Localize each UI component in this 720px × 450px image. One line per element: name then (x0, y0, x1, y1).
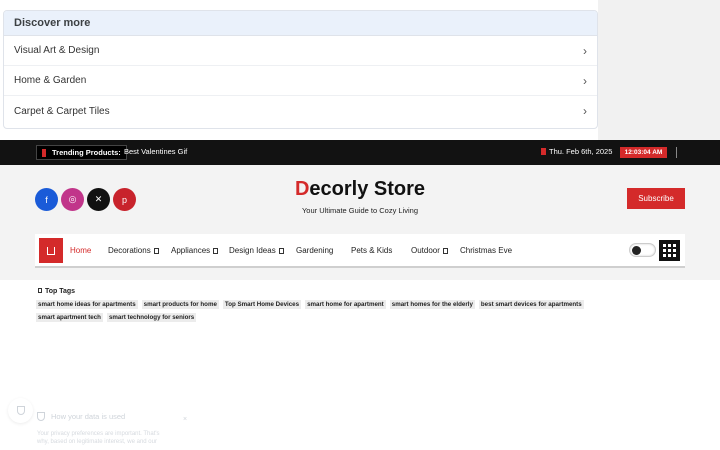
divider (676, 147, 677, 158)
discover-more-title: Discover more (4, 11, 597, 36)
logo-text: ecorly Store (309, 178, 426, 200)
clock-badge: 12:03:04 AM (620, 147, 667, 158)
main-nav: Home Decorations Appliances Design Ideas… (35, 234, 685, 268)
nav-item-label: Design Ideas (229, 246, 276, 255)
consent-text: Your privacy preferences are important. … (37, 431, 160, 445)
dark-mode-toggle[interactable] (629, 243, 656, 257)
tag-link[interactable]: smart home ideas for apartments (36, 300, 138, 309)
site-tagline: Your Ultimate Guide to Cozy Living (301, 206, 419, 215)
logo-initial: D (294, 178, 310, 200)
discover-item-visual-art[interactable]: Visual Art & Design › (4, 36, 597, 66)
date-display: Thu. Feb 6th, 2025 (541, 147, 612, 156)
tag-link[interactable]: smart products for home (141, 300, 219, 309)
nav-item-label: Outdoor (411, 246, 440, 255)
bolt-icon (42, 148, 46, 157)
tag-link[interactable]: best smart devices for apartments (478, 300, 584, 309)
dropdown-icon (153, 247, 159, 254)
nav-item-home[interactable]: Home (70, 246, 91, 255)
site-logo[interactable]: Decorly Store (0, 178, 720, 201)
top-tags-list: smart home ideas for apartments smart pr… (36, 300, 636, 326)
moon-icon (632, 246, 641, 255)
side-gutter (598, 0, 720, 140)
discover-item-label: Carpet & Carpet Tiles (14, 105, 110, 117)
nav-item-outdoor[interactable]: Outdoor (411, 246, 448, 255)
dropdown-icon (278, 247, 284, 254)
privacy-shield-button[interactable] (8, 398, 33, 423)
subscribe-button[interactable]: Subscribe (627, 188, 685, 209)
nav-item-pets-kids[interactable]: Pets & Kids (351, 246, 392, 255)
consent-notice: How your data is used × Your privacy pre… (37, 412, 197, 450)
nav-item-christmas-eve[interactable]: Christmas Eve (460, 246, 512, 255)
consent-title: How your data is used (37, 412, 197, 421)
tag-link[interactable]: smart homes for the elderly (389, 300, 475, 309)
dropdown-icon (213, 247, 219, 254)
discover-item-label: Visual Art & Design (14, 45, 100, 56)
chevron-right-icon: › (583, 104, 587, 118)
date-text: Thu. Feb 6th, 2025 (549, 147, 613, 156)
home-icon (47, 246, 55, 255)
discover-more-panel: Discover more Visual Art & Design › Home… (3, 10, 598, 129)
close-icon[interactable]: × (183, 416, 187, 423)
tag-link[interactable]: Top Smart Home Devices (222, 300, 302, 309)
nav-item-gardening[interactable]: Gardening (296, 246, 333, 255)
nav-item-label: Appliances (171, 246, 211, 255)
tag-link[interactable]: smart technology for seniors (106, 313, 197, 322)
tag-icon (38, 288, 42, 293)
discover-item-home-garden[interactable]: Home & Garden › (4, 66, 597, 96)
trending-label: Trending Products: (36, 145, 127, 160)
tag-link[interactable]: smart home for apartment (305, 300, 386, 309)
nav-item-design-ideas[interactable]: Design Ideas (229, 246, 284, 255)
chevron-right-icon: › (583, 73, 587, 88)
top-tags-title: Top Tags (45, 288, 76, 295)
trending-ticker[interactable]: Best Valentines Gif (124, 147, 194, 156)
nav-item-appliances[interactable]: Appliances (171, 246, 219, 255)
shield-icon (37, 412, 45, 421)
discover-item-carpet[interactable]: Carpet & Carpet Tiles › (4, 96, 597, 126)
top-bar: Trending Products: Best Valentines Gif T… (0, 140, 720, 165)
tag-link[interactable]: smart apartment tech (36, 313, 103, 322)
home-button[interactable] (39, 238, 63, 263)
apps-grid-button[interactable] (659, 240, 680, 261)
discover-item-label: Home & Garden (14, 75, 87, 86)
nav-item-decorations[interactable]: Decorations (108, 246, 159, 255)
top-tags-heading: Top Tags (38, 288, 75, 295)
nav-item-label: Decorations (108, 246, 151, 255)
consent-title-text: How your data is used (51, 412, 126, 421)
chevron-right-icon: › (583, 43, 587, 58)
trending-label-text: Trending Products: (52, 148, 121, 157)
dropdown-icon (442, 247, 448, 254)
calendar-icon (541, 148, 546, 155)
shield-icon (16, 406, 25, 415)
